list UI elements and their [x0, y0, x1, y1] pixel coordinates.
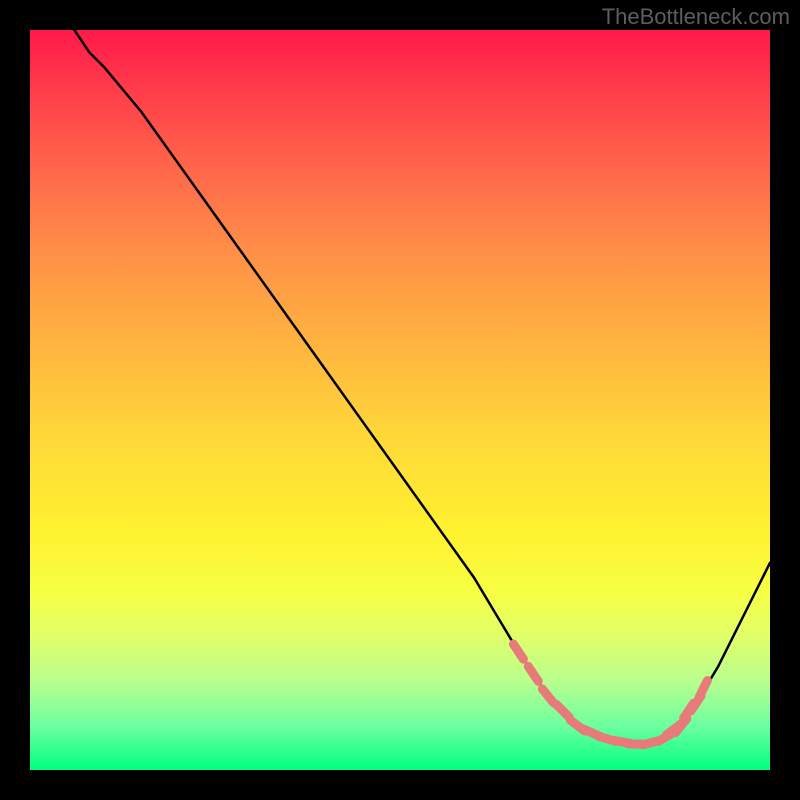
marker-dash [542, 689, 553, 703]
watermark-text: TheBottleneck.com [602, 4, 790, 30]
marker-dash [528, 666, 538, 681]
chart-plot-area [30, 30, 770, 770]
bottleneck-curve-line [74, 30, 770, 744]
highlighted-markers [513, 644, 707, 745]
marker-dash [699, 681, 707, 697]
marker-dash [556, 704, 569, 717]
chart-svg [30, 30, 770, 770]
marker-dash [513, 644, 523, 659]
